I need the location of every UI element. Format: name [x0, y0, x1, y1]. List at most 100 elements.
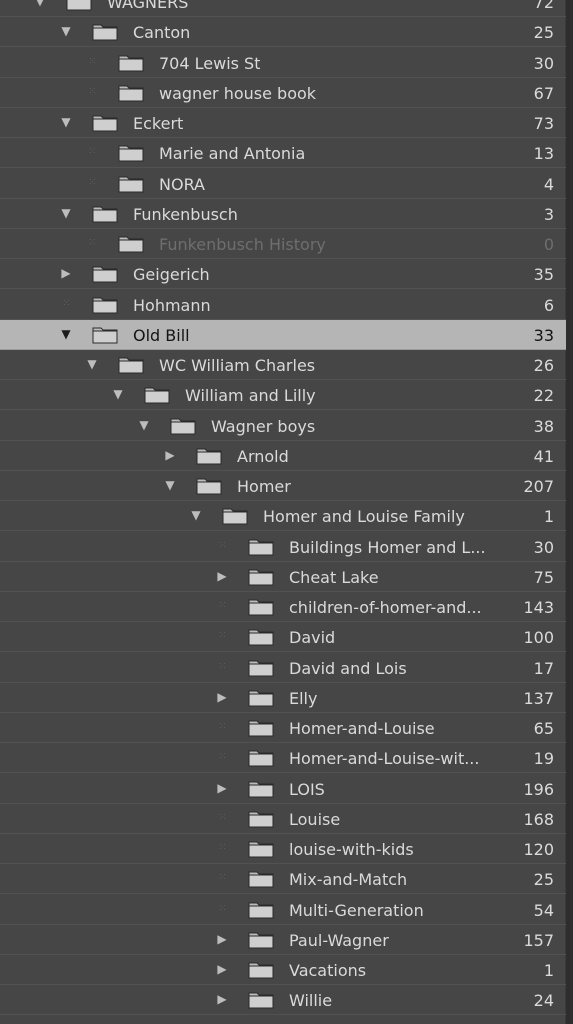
- folder-row[interactable]: ▶ Paul-Wagner 157: [0, 925, 566, 955]
- folder-row[interactable]: ⁙ Marie and Antonia 13: [0, 138, 566, 169]
- folder-row[interactable]: ⁙ Louise 168: [0, 804, 566, 834]
- disclosure-triangle-down-icon[interactable]: ▼: [187, 506, 205, 524]
- folder-row[interactable]: ▼ Funkenbusch 3: [0, 199, 566, 229]
- folder-row[interactable]: ▼ Canton 25: [0, 17, 566, 48]
- folder-icon: [248, 961, 274, 979]
- folder-row[interactable]: ⁙ David and Lois 17: [0, 653, 566, 683]
- disclosure-triangle-down-icon[interactable]: ▼: [57, 113, 75, 131]
- folder-icon: [248, 780, 274, 798]
- folder-name: children-of-homer-and...: [289, 598, 482, 617]
- dotted-leaf-marker-icon: ⁙: [88, 55, 96, 67]
- folder-row[interactable]: ▼ WC William Charles 26: [0, 350, 566, 380]
- folder-name: Elly: [289, 688, 318, 708]
- folder-row[interactable]: ▼ Homer 207: [0, 471, 566, 501]
- photo-count: 4: [543, 174, 554, 194]
- photo-count: 41: [533, 446, 554, 466]
- folder-name: Wagner boys: [211, 416, 316, 436]
- disclosure-triangle-right-icon[interactable]: ▶: [213, 567, 231, 585]
- folder-name: Homer: [237, 477, 291, 496]
- disclosure-triangle-down-icon[interactable]: ▼: [135, 416, 153, 434]
- folder-row[interactable]: ⁙ 704 Lewis St 30: [0, 48, 566, 78]
- folder-row[interactable]: ▶ Cheat Lake 75: [0, 562, 566, 592]
- folder-icon: [92, 205, 118, 223]
- photo-count: 33: [533, 325, 554, 345]
- folder-row[interactable]: ⁙ Homer-and-Louise-wit... 19: [0, 743, 566, 774]
- folder-row[interactable]: ▶ Willie 24: [0, 985, 566, 1016]
- disclosure-triangle-down-icon[interactable]: ▼: [83, 355, 101, 373]
- folder-row[interactable]: ▶ Geigerich 35: [0, 259, 566, 290]
- folder-icon: [248, 659, 274, 677]
- folder-row[interactable]: ⁙ NORA 4: [0, 169, 566, 199]
- folder-name: Geigerich: [133, 265, 210, 285]
- folder-row[interactable]: ▼ WAGNERS 72: [0, 0, 566, 17]
- folder-name: 704 Lewis St: [159, 53, 261, 73]
- photo-count: 207: [523, 477, 554, 496]
- photo-count: 22: [533, 386, 554, 406]
- disclosure-triangle-right-icon[interactable]: ▶: [213, 779, 231, 797]
- photo-count: 0: [543, 235, 554, 254]
- folder-icon: [118, 144, 144, 162]
- disclosure-triangle-down-icon[interactable]: ▼: [31, 0, 49, 10]
- dotted-leaf-marker-icon: ⁙: [218, 842, 226, 853]
- photo-count: 17: [533, 658, 554, 678]
- disclosure-triangle-down-icon[interactable]: ▼: [161, 476, 179, 494]
- folder-row[interactable]: ⁙ Homer-and-Louise 65: [0, 713, 566, 743]
- dotted-leaf-marker-icon: ⁙: [88, 176, 96, 188]
- folder-icon: [196, 447, 222, 465]
- disclosure-triangle-right-icon[interactable]: ▶: [213, 960, 231, 978]
- folder-row[interactable]: ▶ LOIS 196: [0, 774, 566, 804]
- folder-row[interactable]: ▶ Arnold 41: [0, 441, 566, 471]
- folder-row[interactable]: ⁙ Multi-Generation 54: [0, 895, 566, 925]
- folder-name: Funkenbusch History: [159, 235, 326, 254]
- folder-row[interactable]: ⁙ David 100: [0, 622, 566, 653]
- folder-icon: [248, 719, 274, 737]
- folder-row[interactable]: ⁙ wagner house book 67: [0, 78, 566, 108]
- folder-row[interactable]: ▼ Eckert 73: [0, 108, 566, 138]
- folder-icon: [248, 749, 274, 767]
- disclosure-triangle-right-icon[interactable]: ▶: [213, 688, 231, 706]
- disclosure-triangle-down-icon[interactable]: ▼: [109, 385, 127, 403]
- folder-row[interactable]: ⁙ children-of-homer-and... 143: [0, 592, 566, 622]
- dotted-leaf-marker-icon: ⁙: [218, 751, 226, 763]
- folder-name: Canton: [133, 23, 191, 43]
- disclosure-triangle-right-icon[interactable]: ▶: [161, 446, 179, 464]
- photo-count: 19: [533, 749, 554, 769]
- folder-row[interactable]: ▶ Elly 137: [0, 683, 566, 713]
- photo-count: 38: [533, 416, 554, 436]
- folder-row[interactable]: ▼ William and Lilly 22: [0, 380, 566, 411]
- disclosure-triangle-right-icon[interactable]: ▶: [213, 990, 231, 1008]
- disclosure-triangle-right-icon[interactable]: ▶: [213, 930, 231, 948]
- folder-row[interactable]: ▶ Vacations 1: [0, 955, 566, 985]
- photo-count: 30: [533, 53, 554, 73]
- folder-row[interactable]: ▼ Old Bill 33: [0, 319, 566, 350]
- folder-icon: [118, 235, 144, 253]
- folder-name: wagner house book: [159, 83, 317, 103]
- scrollbar-track[interactable]: [566, 0, 573, 1024]
- folder-row[interactable]: ⁙ Buildings Homer and L... 30: [0, 532, 566, 562]
- folder-icon: [92, 23, 118, 41]
- folder-name: Mix-and-Match: [289, 870, 408, 890]
- photo-count: 67: [533, 83, 554, 103]
- folder-row[interactable]: ⁙ Hohmann 6: [0, 290, 566, 320]
- folder-name: WC William Charles: [159, 356, 316, 375]
- folder-name: NORA: [159, 174, 205, 194]
- folder-row[interactable]: ▼ Wagner boys 38: [0, 411, 566, 441]
- photo-count: 65: [533, 719, 554, 738]
- photo-count: 1: [543, 507, 554, 527]
- folder-row[interactable]: ▼ Homer and Louise Family 1: [0, 501, 566, 532]
- disclosure-triangle-down-icon[interactable]: ▼: [57, 325, 75, 343]
- dotted-leaf-marker-icon: ⁙: [218, 811, 226, 823]
- folder-row[interactable]: ⁙ Funkenbusch History 0: [0, 229, 566, 259]
- photo-count: 75: [533, 567, 554, 587]
- dotted-leaf-marker-icon: ⁙: [218, 630, 226, 642]
- folder-name: David and Lois: [289, 658, 407, 678]
- disclosure-triangle-down-icon[interactable]: ▼: [57, 204, 75, 222]
- folder-name: Multi-Generation: [289, 900, 424, 920]
- photo-count: 54: [533, 900, 554, 920]
- folder-name: Homer-and-Louise: [289, 719, 435, 738]
- folder-row[interactable]: ⁙ Mix-and-Match 25: [0, 864, 566, 895]
- disclosure-triangle-right-icon[interactable]: ▶: [57, 264, 75, 282]
- disclosure-triangle-down-icon[interactable]: ▼: [57, 22, 75, 40]
- dotted-leaf-marker-icon: ⁙: [88, 146, 96, 158]
- folder-row[interactable]: ⁙ louise-with-kids 120: [0, 834, 566, 864]
